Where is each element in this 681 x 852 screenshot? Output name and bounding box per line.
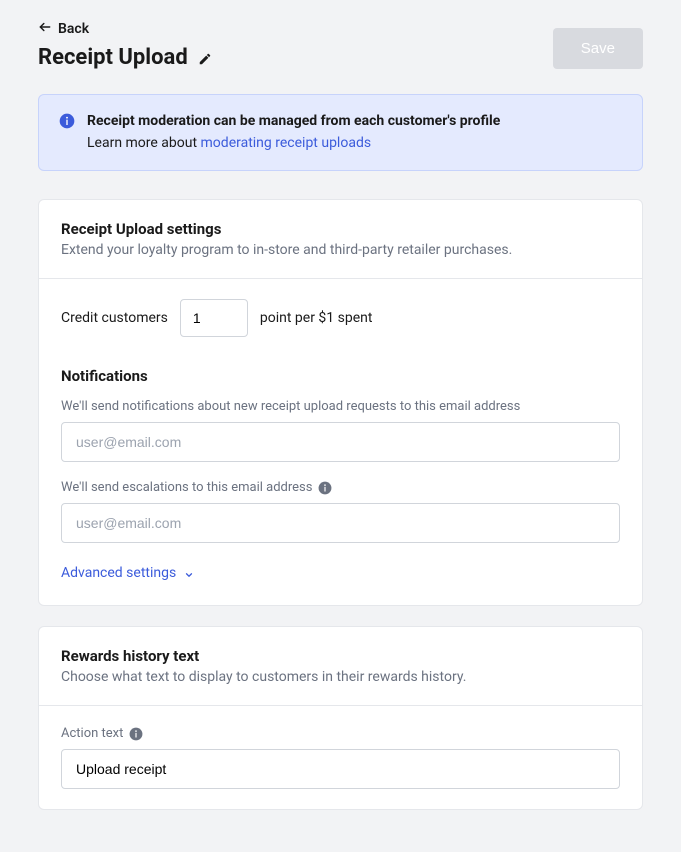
settings-subtitle: Extend your loyalty program to in-store … [61,242,620,258]
banner-line2-prefix: Learn more about [87,135,201,151]
rewards-subtitle: Choose what text to display to customers… [61,669,620,685]
back-link[interactable]: Back [38,20,212,37]
page-title: Receipt Upload [38,45,188,70]
pencil-icon[interactable] [198,51,212,65]
escalation-email-label: We'll send escalations to this email add… [61,480,620,495]
rewards-title: Rewards history text [61,647,620,665]
credit-suffix: point per $1 spent [260,310,373,326]
notification-email-label: We'll send notifications about new recei… [61,399,620,414]
rewards-card: Rewards history text Choose what text to… [38,626,643,810]
info-banner: Receipt moderation can be managed from e… [38,94,643,171]
notifications-heading: Notifications [61,367,620,385]
info-icon [59,113,75,129]
banner-link[interactable]: moderating receipt uploads [201,135,372,151]
settings-card: Receipt Upload settings Extend your loya… [38,199,643,606]
info-icon[interactable] [318,481,332,495]
arrow-left-icon [38,20,52,37]
action-text-label: Action text [61,726,620,741]
escalation-email-input[interactable] [61,503,620,543]
banner-line1: Receipt moderation can be managed from e… [87,111,500,133]
advanced-label: Advanced settings [61,565,176,581]
info-icon[interactable] [129,727,143,741]
notification-email-input[interactable] [61,422,620,462]
credit-prefix: Credit customers [61,310,168,326]
chevron-down-icon [184,568,194,578]
save-button[interactable]: Save [553,28,643,69]
action-text-input[interactable] [61,749,620,789]
back-label: Back [58,21,89,37]
advanced-settings-toggle[interactable]: Advanced settings [61,565,620,581]
points-input[interactable] [180,299,248,337]
settings-title: Receipt Upload settings [61,220,620,238]
